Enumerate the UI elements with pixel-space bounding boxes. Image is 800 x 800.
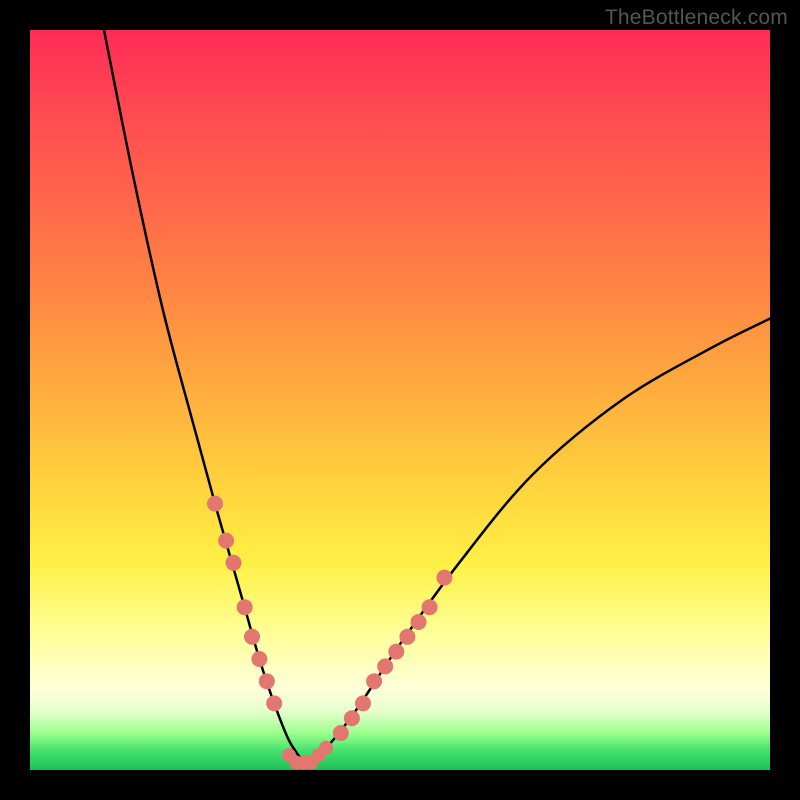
marker-cluster-left-point bbox=[244, 629, 260, 645]
marker-cluster-right-point bbox=[333, 725, 349, 741]
marker-cluster-left-point bbox=[251, 651, 267, 667]
watermark-text: TheBottleneck.com bbox=[605, 6, 788, 30]
chart-frame: TheBottleneck.com bbox=[0, 0, 800, 800]
marker-cluster-right-point bbox=[377, 658, 393, 674]
bottleneck-curve-left bbox=[104, 30, 304, 763]
series-layer bbox=[104, 30, 770, 770]
marker-cluster-left-point bbox=[266, 695, 282, 711]
marker-cluster-left-point bbox=[207, 496, 223, 512]
marker-cluster-right-point bbox=[344, 710, 360, 726]
marker-cluster-left-point bbox=[237, 599, 253, 615]
marker-cluster-right-point bbox=[366, 673, 382, 689]
marker-cluster-right-point bbox=[355, 695, 371, 711]
marker-cluster-right-point bbox=[411, 614, 427, 630]
marker-cluster-right-point bbox=[422, 599, 438, 615]
marker-cluster-right-point bbox=[436, 570, 452, 586]
marker-cluster-left-point bbox=[259, 673, 275, 689]
plot-area bbox=[30, 30, 770, 770]
marker-cluster-left-point bbox=[218, 533, 234, 549]
chart-svg bbox=[30, 30, 770, 770]
marker-cluster-right-point bbox=[388, 644, 404, 660]
marker-cluster-left-point bbox=[226, 555, 242, 571]
marker-cluster-right-point bbox=[399, 629, 415, 645]
bottleneck-curve-right bbox=[304, 319, 770, 763]
marker-cluster-bottom-point bbox=[319, 741, 333, 755]
